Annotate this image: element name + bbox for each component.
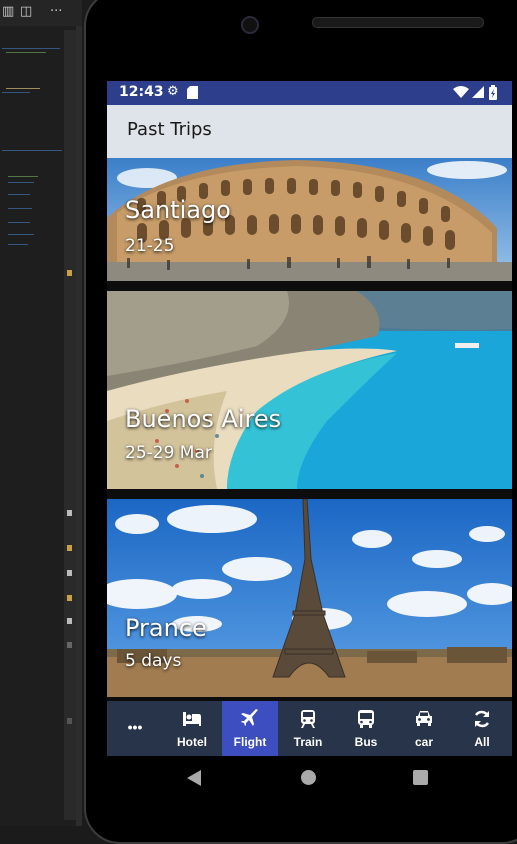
tab-label: Bus bbox=[354, 735, 378, 749]
car-icon bbox=[416, 711, 432, 726]
tab-car[interactable]: car bbox=[396, 701, 452, 756]
tab-label: Train bbox=[293, 735, 323, 749]
app-bar: Past Trips bbox=[107, 105, 512, 158]
trip-card[interactable]: Prance 5 days bbox=[107, 499, 512, 697]
back-button[interactable] bbox=[187, 770, 201, 786]
tab-label: car bbox=[414, 735, 434, 749]
app-screen: 12:43 ⚙ Past Trips Santiago 21-25 Buenos… bbox=[107, 81, 512, 756]
trip-city: Prance bbox=[125, 614, 207, 642]
ide-panel: ▥ ◫ ··· bbox=[0, 0, 82, 826]
front-camera bbox=[241, 16, 259, 34]
recent-apps-button[interactable] bbox=[413, 770, 428, 785]
tab-label: All bbox=[474, 735, 490, 749]
bottom-navigation: ••• Hotel Flight Train Bus car All bbox=[107, 701, 512, 756]
train-icon bbox=[301, 710, 315, 728]
tab-label: Hotel bbox=[177, 735, 207, 749]
tab-flight[interactable]: Flight bbox=[222, 701, 278, 756]
system-navigation-bar bbox=[107, 756, 512, 800]
phone-speaker bbox=[312, 17, 484, 28]
status-time: 12:43 bbox=[119, 84, 164, 100]
tab-label: Flight bbox=[233, 735, 267, 749]
tab-hotel[interactable]: Hotel bbox=[164, 701, 220, 756]
ide-toolbar: ▥ ◫ ··· bbox=[0, 0, 82, 26]
trip-city: Buenos Aires bbox=[125, 405, 282, 433]
minimap-marker bbox=[67, 618, 72, 624]
page-title: Past Trips bbox=[127, 119, 212, 140]
bus-icon bbox=[358, 710, 374, 728]
trip-card[interactable]: Santiago 21-25 bbox=[107, 158, 512, 281]
split-editor-icon[interactable]: ◫ bbox=[20, 4, 32, 20]
tab-train[interactable]: Train bbox=[280, 701, 336, 756]
trip-card[interactable]: Buenos Aires 25-29 Mar bbox=[107, 291, 512, 489]
sync-icon bbox=[474, 710, 490, 728]
signal-icon bbox=[472, 86, 484, 102]
minimap-marker bbox=[67, 718, 72, 724]
minimap-marker bbox=[67, 595, 72, 601]
code-line bbox=[8, 222, 30, 223]
code-line bbox=[8, 182, 34, 183]
more-label: ••• bbox=[127, 719, 143, 735]
column-layout-icon[interactable]: ▥ bbox=[2, 4, 14, 20]
battery-icon bbox=[489, 85, 497, 104]
sd-card-icon bbox=[187, 86, 198, 103]
code-line bbox=[8, 234, 34, 235]
minimap-marker bbox=[67, 545, 72, 551]
settings-icon: ⚙ bbox=[167, 84, 179, 99]
trip-dates: 25-29 Mar bbox=[125, 443, 212, 463]
wifi-icon bbox=[453, 86, 469, 102]
code-line bbox=[2, 48, 60, 49]
code-line bbox=[8, 244, 28, 245]
code-line bbox=[2, 150, 62, 151]
code-line bbox=[8, 194, 30, 195]
code-line bbox=[6, 52, 46, 53]
home-button[interactable] bbox=[301, 770, 316, 785]
code-line bbox=[8, 176, 38, 177]
airplane-icon bbox=[241, 709, 258, 726]
minimap-marker bbox=[67, 510, 72, 516]
minimap-marker bbox=[67, 570, 72, 576]
more-options-icon[interactable]: ··· bbox=[50, 4, 62, 20]
status-bar: 12:43 ⚙ bbox=[107, 81, 512, 105]
more-button[interactable]: ••• bbox=[107, 701, 163, 756]
trip-dates: 5 days bbox=[125, 651, 182, 671]
minimap-marker bbox=[67, 642, 72, 648]
code-line bbox=[2, 92, 30, 93]
ide-scrollbar[interactable] bbox=[76, 26, 82, 826]
tab-all[interactable]: All bbox=[454, 701, 510, 756]
trip-dates: 21-25 bbox=[125, 236, 175, 256]
trip-city: Santiago bbox=[125, 196, 231, 224]
tab-bus[interactable]: Bus bbox=[338, 701, 394, 756]
code-line bbox=[8, 208, 32, 209]
bed-icon bbox=[183, 712, 201, 726]
code-line bbox=[6, 88, 40, 89]
ide-minimap bbox=[64, 30, 76, 820]
minimap-marker bbox=[67, 270, 72, 276]
